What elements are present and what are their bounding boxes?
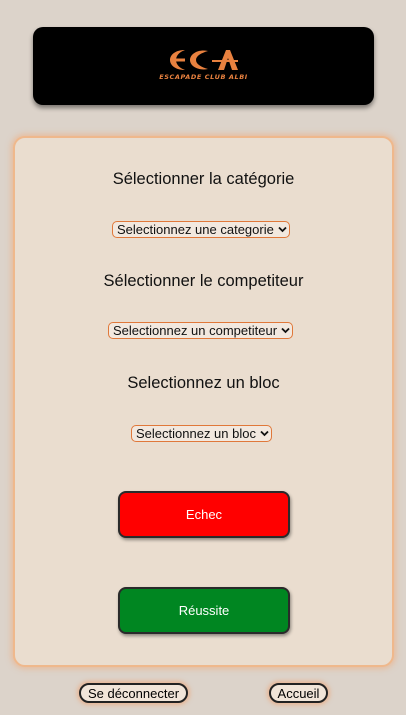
category-select[interactable]: Selectionnez une categorie <box>112 221 290 238</box>
chevron-down-icon <box>260 430 269 437</box>
logout-button[interactable]: Se déconnecter <box>79 683 188 703</box>
category-select-value: Selectionnez une categorie <box>117 222 274 237</box>
fail-button[interactable]: Echec <box>118 491 290 538</box>
bloc-label: Selectionnez un bloc <box>127 374 280 392</box>
home-button[interactable]: Accueil <box>269 683 328 703</box>
chevron-down-icon <box>281 327 290 334</box>
bloc-select-value: Selectionnez un bloc <box>136 426 256 441</box>
chevron-down-icon <box>278 226 287 233</box>
header-banner: ESCAPADE CLUB ALBI <box>33 27 374 105</box>
competitor-select-value: Selectionnez un competiteur <box>113 323 278 338</box>
club-logo <box>169 50 238 70</box>
category-label: Sélectionner la catégorie <box>112 170 295 188</box>
competitor-label: Sélectionner le competiteur <box>103 272 304 290</box>
logo-subtitle: ESCAPADE CLUB ALBI <box>159 73 248 81</box>
bloc-select[interactable]: Selectionnez un bloc <box>131 425 272 442</box>
competitor-select[interactable]: Selectionnez un competiteur <box>108 322 294 339</box>
success-button[interactable]: Réussite <box>118 587 290 634</box>
selection-panel: Sélectionner la catégorie Selectionnez u… <box>13 136 394 667</box>
